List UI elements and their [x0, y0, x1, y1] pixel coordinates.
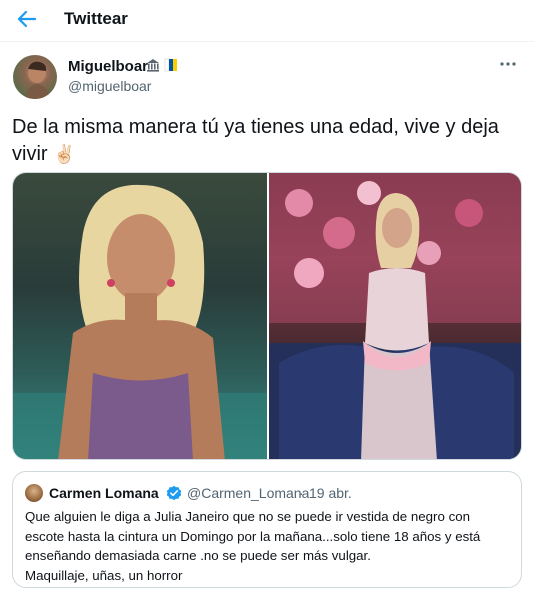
quoted-tweet-body-line2: Maquillaje, uñas, un horror: [25, 567, 183, 583]
quoted-author-handle[interactable]: @Carmen_Lomana: [187, 485, 309, 501]
quoted-tweet-body: Que alguien le diga a Julia Janeiro que …: [25, 509, 481, 563]
separator-dot: ·: [299, 485, 304, 501]
classical-building-icon: [146, 58, 160, 77]
more-options-icon[interactable]: [498, 56, 518, 72]
quoted-tweet-text: Que alguien le diga a Julia Janeiro que …: [25, 507, 511, 585]
quoted-tweet-date[interactable]: 19 abr.: [309, 485, 352, 501]
arrow-left-icon[interactable]: [14, 8, 40, 30]
photo-2[interactable]: [269, 173, 521, 459]
quoted-tweet[interactable]: Carmen Lomana @Carmen_Lomana · 19 abr. Q…: [12, 471, 522, 588]
victory-hand-emoji: ✌🏻: [53, 144, 76, 164]
avatar[interactable]: [13, 55, 57, 99]
photo-1[interactable]: [13, 173, 267, 459]
verified-badge-icon: [166, 485, 182, 501]
author-name[interactable]: Miguelboar: [68, 58, 148, 75]
page-title: Twittear: [64, 9, 128, 28]
tweet-media[interactable]: [12, 172, 522, 460]
author-badges: [146, 58, 178, 77]
canary-islands-flag-icon: [164, 58, 178, 77]
tweet-text-body: De la misma manera tú ya tienes una edad…: [12, 116, 499, 165]
quoted-author-name[interactable]: Carmen Lomana: [49, 485, 159, 501]
tweet-text: De la misma manera tú ya tienes una edad…: [12, 114, 517, 168]
quoted-author-avatar[interactable]: [25, 484, 43, 502]
top-bar: Twittear: [0, 0, 534, 42]
author-handle[interactable]: @miguelboar: [68, 78, 151, 94]
